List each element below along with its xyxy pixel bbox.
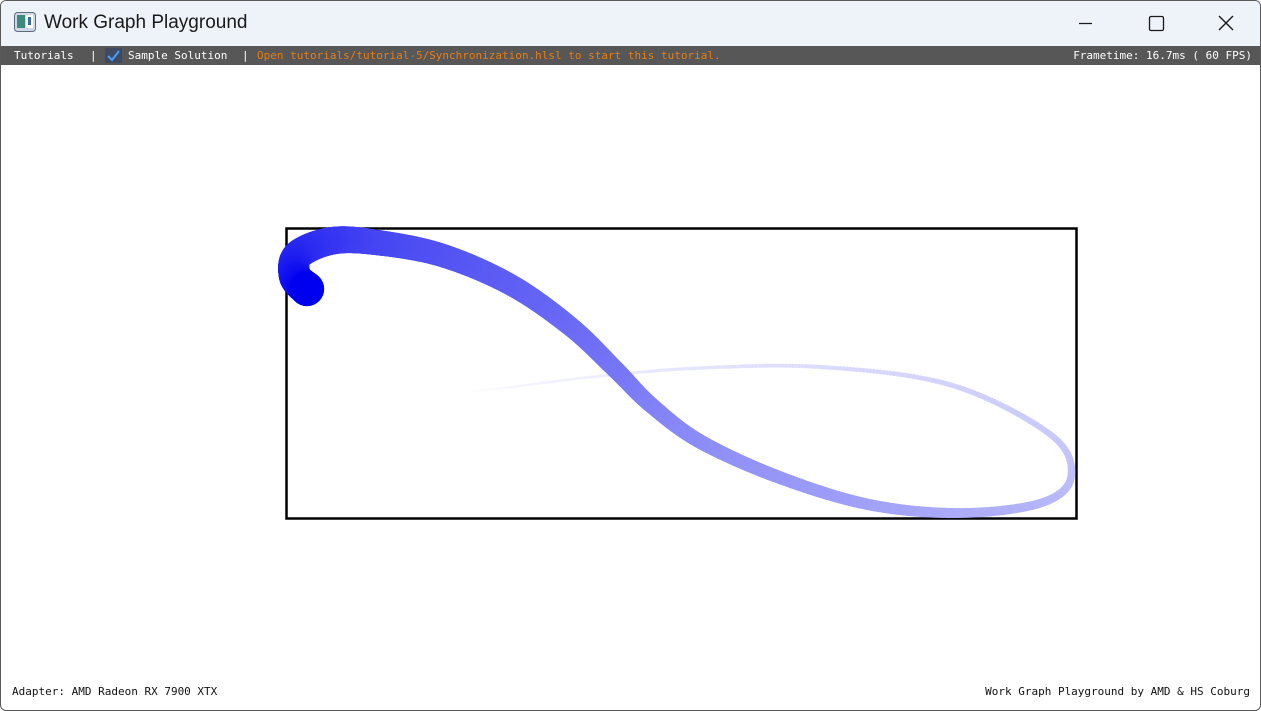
frametime-readout: Frametime: 16.7ms ( 60 FPS) bbox=[1073, 49, 1252, 62]
adapter-info: Adapter: AMD Radeon RX 7900 XTX bbox=[12, 685, 218, 698]
maximize-icon bbox=[1148, 15, 1165, 32]
title-bar[interactable]: Work Graph Playground bbox=[1, 1, 1260, 46]
minimize-icon bbox=[1079, 22, 1092, 25]
app-window: Work Graph Playground Tutorials | Sample… bbox=[0, 0, 1261, 711]
close-icon bbox=[1218, 15, 1234, 31]
close-button[interactable] bbox=[1190, 1, 1260, 46]
maximize-button[interactable] bbox=[1120, 1, 1190, 46]
trail-dot bbox=[289, 271, 325, 307]
minimize-button[interactable] bbox=[1050, 1, 1120, 46]
menu-bar: Tutorials | Sample Solution | Open tutor… bbox=[1, 46, 1260, 65]
sample-solution-label[interactable]: Sample Solution bbox=[128, 46, 227, 65]
render-canvas[interactable] bbox=[1, 65, 1260, 710]
tutorial-hint: Open tutorials/tutorial-5/Synchronizatio… bbox=[257, 49, 721, 62]
bounding-frame bbox=[285, 227, 1078, 520]
checkmark-icon bbox=[107, 50, 120, 62]
credits-text: Work Graph Playground by AMD & HS Coburg bbox=[985, 685, 1250, 698]
lissajous-trail bbox=[278, 226, 1076, 519]
tutorials-menu[interactable]: Tutorials bbox=[14, 46, 74, 65]
window-title: Work Graph Playground bbox=[44, 12, 248, 33]
menu-separator: | bbox=[242, 49, 249, 62]
app-icon bbox=[14, 12, 36, 32]
sample-solution-checkbox[interactable] bbox=[105, 48, 122, 63]
render-output bbox=[278, 226, 1078, 520]
menu-separator: | bbox=[90, 49, 97, 62]
